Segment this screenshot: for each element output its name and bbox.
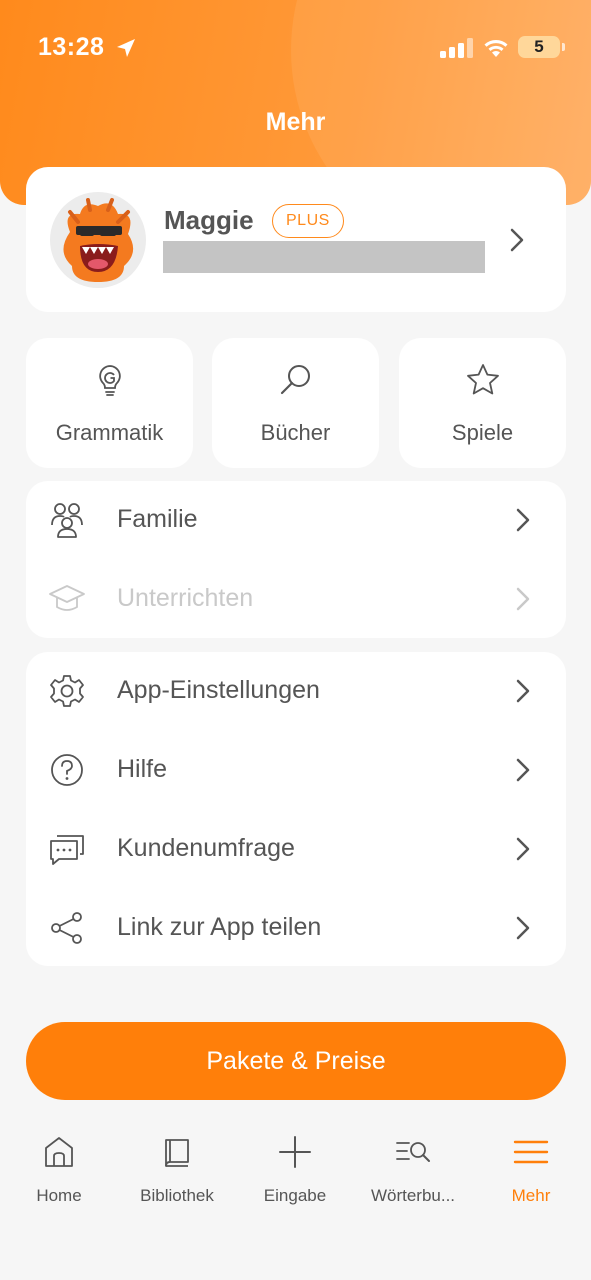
- tab-label: Bibliothek: [140, 1186, 214, 1205]
- chat-bubble-icon: [50, 835, 84, 865]
- tile-spiele[interactable]: Spiele: [399, 338, 566, 468]
- menu-item-label: Unterrichten: [117, 584, 254, 612]
- graduation-cap-icon: [49, 585, 85, 611]
- tile-buecher[interactable]: Bücher: [212, 338, 379, 468]
- menu-icon: [513, 1140, 549, 1164]
- tab-bibliothek[interactable]: Bibliothek: [118, 1120, 236, 1220]
- chevron-right-icon: [516, 916, 530, 940]
- menu-item-label: Familie: [117, 505, 198, 533]
- status-time: 13:28: [38, 33, 105, 61]
- profile-name: Maggie: [164, 205, 254, 235]
- chevron-right-icon: [516, 837, 530, 861]
- dictionary-search-icon: [396, 1142, 430, 1162]
- tab-home[interactable]: Home: [0, 1120, 118, 1220]
- tile-label: Grammatik: [55, 420, 164, 445]
- family-icon: [51, 503, 83, 538]
- lightbulb-icon: [98, 365, 121, 396]
- tab-label: Eingabe: [263, 1186, 327, 1205]
- menu-item-unterrichten[interactable]: Unterrichten: [26, 560, 566, 639]
- chevron-right-icon: [510, 228, 524, 252]
- chevron-right-icon: [516, 508, 530, 532]
- status-bar: 13:28 5: [0, 0, 591, 95]
- menu-item-label: Kundenumfrage: [117, 834, 295, 862]
- cellular-signal-icon: [440, 38, 473, 58]
- menu-group-settings: App-Einstellungen Hilfe Kundenumfrage Li…: [26, 652, 566, 966]
- chevron-right-icon: [516, 758, 530, 782]
- monster-avatar-icon: [63, 198, 134, 282]
- menu-item-kundenumfrage[interactable]: Kundenumfrage: [26, 810, 566, 889]
- menu-item-link-teilen[interactable]: Link zur App teilen: [26, 889, 566, 968]
- location-arrow-icon: [117, 39, 135, 57]
- plus-icon: [279, 1136, 311, 1168]
- menu-item-app-einstellungen[interactable]: App-Einstellungen: [26, 652, 566, 731]
- tab-label: Home: [36, 1186, 82, 1205]
- tab-label: Wörterbu...: [370, 1186, 456, 1205]
- wifi-icon: [484, 40, 508, 57]
- tab-mehr[interactable]: Mehr: [472, 1120, 590, 1220]
- menu-group-family: Familie Unterrichten: [26, 481, 566, 638]
- profile-card[interactable]: Maggie PLUS: [26, 167, 566, 312]
- tile-label: Spiele: [451, 420, 514, 445]
- menu-item-familie[interactable]: Familie: [26, 481, 566, 560]
- tab-label: Mehr: [511, 1186, 551, 1205]
- battery-indicator: 5: [518, 36, 565, 58]
- tile-label: Bücher: [260, 420, 331, 445]
- chevron-right-icon: [516, 679, 530, 703]
- chevron-right-icon: [516, 587, 530, 611]
- book-icon: [165, 1139, 189, 1167]
- page-title: Mehr: [265, 108, 326, 136]
- avatar: [50, 192, 146, 288]
- search-icon: [280, 365, 310, 395]
- gear-icon: [50, 675, 84, 707]
- help-circle-icon: [51, 754, 83, 786]
- menu-item-label: Hilfe: [117, 755, 168, 783]
- tab-woerterbuch[interactable]: Wörterbu...: [354, 1120, 472, 1220]
- home-icon: [45, 1137, 73, 1167]
- menu-item-label: App-Einstellungen: [117, 676, 320, 704]
- star-icon: [466, 364, 499, 395]
- tab-bar: Home Bibliothek Eingabe Wörterbu... Mehr: [0, 1120, 591, 1240]
- pakete-preise-button[interactable]: Pakete & Preise: [26, 1022, 566, 1100]
- tab-eingabe[interactable]: Eingabe: [236, 1120, 354, 1220]
- plus-badge: PLUS: [272, 204, 344, 238]
- redacted-email: [163, 241, 485, 273]
- tile-grammatik[interactable]: Grammatik: [26, 338, 193, 468]
- menu-item-hilfe[interactable]: Hilfe: [26, 731, 566, 810]
- share-icon: [51, 912, 82, 944]
- menu-item-label: Link zur App teilen: [117, 913, 322, 941]
